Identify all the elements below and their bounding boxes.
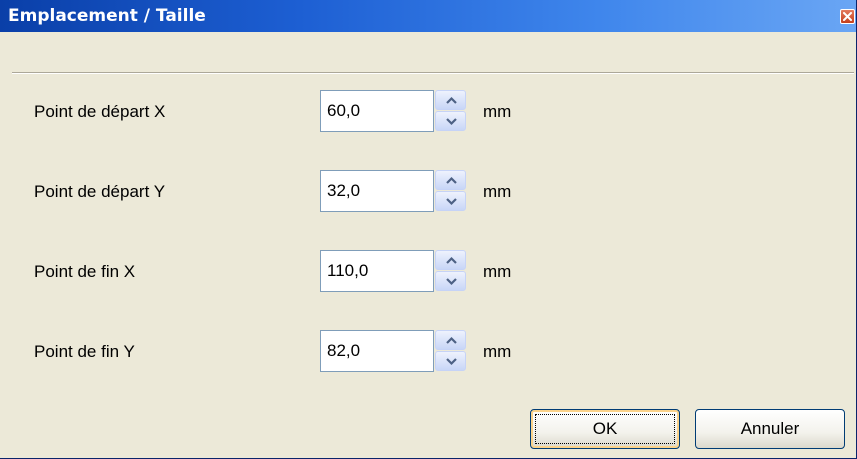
end-x-label: Point de fin X bbox=[34, 262, 136, 281]
end-x-input[interactable] bbox=[320, 250, 434, 292]
start-x-decrement-button[interactable] bbox=[435, 111, 466, 131]
chevron-up-icon bbox=[446, 176, 457, 184]
end-x-spinner[interactable] bbox=[435, 250, 466, 292]
start-x-spinner[interactable] bbox=[435, 90, 466, 132]
end-y-unit: mm bbox=[483, 342, 512, 361]
close-icon bbox=[843, 12, 852, 21]
start-x-increment-button[interactable] bbox=[435, 90, 466, 110]
chevron-down-icon bbox=[446, 118, 457, 126]
chevron-down-icon bbox=[446, 278, 457, 286]
separator-line bbox=[12, 72, 854, 74]
ok-button-label: OK bbox=[592, 419, 618, 438]
chevron-up-icon bbox=[446, 256, 457, 264]
end-y-spinner[interactable] bbox=[435, 330, 466, 372]
start-x-unit: mm bbox=[483, 102, 512, 121]
cancel-button[interactable]: Annuler bbox=[695, 409, 845, 449]
chevron-down-icon bbox=[446, 198, 457, 206]
chevron-up-icon bbox=[446, 336, 457, 344]
cancel-button-label: Annuler bbox=[740, 419, 800, 438]
end-x-decrement-button[interactable] bbox=[435, 271, 466, 291]
start-y-increment-button[interactable] bbox=[435, 170, 466, 190]
end-y-decrement-button[interactable] bbox=[435, 351, 466, 371]
start-x-label: Point de départ X bbox=[34, 102, 166, 121]
start-y-input[interactable] bbox=[320, 170, 434, 212]
start-y-decrement-button[interactable] bbox=[435, 191, 466, 211]
end-y-input[interactable] bbox=[320, 330, 434, 372]
end-x-unit: mm bbox=[483, 262, 512, 281]
end-y-label: Point de fin Y bbox=[34, 342, 135, 361]
chevron-up-icon bbox=[446, 96, 457, 104]
start-y-spinner[interactable] bbox=[435, 170, 466, 212]
field-row-start-x: Point de départ X mm bbox=[0, 90, 857, 134]
end-y-increment-button[interactable] bbox=[435, 330, 466, 350]
location-size-dialog: Emplacement / Taille Point de départ X m… bbox=[0, 0, 857, 459]
start-y-unit: mm bbox=[483, 182, 512, 201]
field-row-end-x: Point de fin X mm bbox=[0, 250, 857, 294]
start-x-input[interactable] bbox=[320, 90, 434, 132]
title-bar[interactable]: Emplacement / Taille bbox=[0, 0, 856, 32]
window-title: Emplacement / Taille bbox=[8, 6, 206, 26]
ok-button[interactable]: OK bbox=[530, 409, 680, 449]
close-button[interactable] bbox=[840, 9, 855, 24]
chevron-down-icon bbox=[446, 358, 457, 366]
start-y-label: Point de départ Y bbox=[34, 182, 166, 201]
end-x-increment-button[interactable] bbox=[435, 250, 466, 270]
field-row-end-y: Point de fin Y mm bbox=[0, 330, 857, 374]
field-row-start-y: Point de départ Y mm bbox=[0, 170, 857, 214]
